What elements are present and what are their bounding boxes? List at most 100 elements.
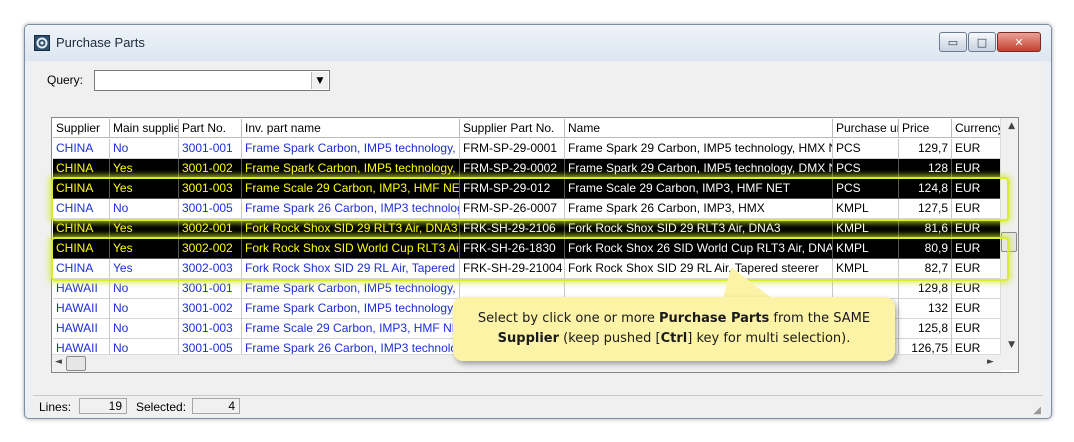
column-header[interactable]: Part No. [179, 119, 242, 138]
lines-count: 19 [79, 398, 127, 414]
table-cell-price: 132 [899, 299, 952, 319]
table-cell-supplier: CHINA [53, 219, 110, 239]
callout-bold-ctrl: Ctrl [660, 331, 688, 346]
table-cell-name: Fork Rock Shox SID 29 RL Air, Tapered st… [565, 259, 833, 279]
table-cell-unit: PCS [833, 179, 899, 199]
table-cell-main: No [110, 139, 179, 159]
table-cell-unit: KMPL [833, 259, 899, 279]
table-cell-inv: Frame Scale 29 Carbon, IMP3, HMF NET [242, 179, 460, 199]
table-cell-price: 80,9 [899, 239, 952, 259]
table-cell-price: 81,6 [899, 219, 952, 239]
table-cell-price: 125,8 [899, 319, 952, 339]
table-cell-main: No [110, 199, 179, 219]
table-cell-part: 3001-003 [179, 179, 242, 199]
table-cell-main: Yes [110, 259, 179, 279]
horizontal-scroll-thumb[interactable] [66, 356, 86, 371]
table-cell-inv: Frame Spark Carbon, IMP5 technology, [242, 299, 460, 319]
hint-callout: Select by click one or more Purchase Par… [453, 297, 895, 361]
callout-text-part: from the SAME [769, 311, 871, 326]
table-row[interactable]: HAWAII No 3001-001 Frame Spark Carbon, IMP5… [53, 279, 1005, 299]
table-cell-main: Yes [110, 219, 179, 239]
selected-label: Selected: [136, 400, 187, 414]
table-cell-sup-part: FRM-SP-29-0001 [460, 139, 565, 159]
table-cell-name [565, 279, 833, 299]
table-cell-price: 127,5 [899, 199, 952, 219]
scroll-down-icon[interactable]: ▼ [1008, 340, 1015, 350]
table-cell-name: Frame Spark 29 Carbon, IMP5 technology, … [565, 139, 833, 159]
table-cell-inv: Frame Spark Carbon, IMP5 technology, D [242, 159, 460, 179]
table-cell-supplier: CHINA [53, 199, 110, 219]
query-dropdown[interactable]: ▼ [94, 70, 330, 91]
column-header[interactable]: Supplier [53, 119, 110, 138]
table-cell-sup-part: FRM-SP-29-012 [460, 179, 565, 199]
table-cell-part: 3002-002 [179, 239, 242, 259]
scroll-left-icon[interactable]: ◄ [55, 357, 62, 367]
minimize-button[interactable]: ▭ [939, 32, 967, 52]
table-cell-sup-part: FRK-SH-29-21004 [460, 259, 565, 279]
callout-text-part: Select by click one or more [477, 311, 659, 326]
status-bar: Lines: 19 Selected: 4 ◢ [33, 395, 1043, 418]
table-cell-currency: EUR [952, 239, 1005, 259]
table-cell-inv: Frame Spark Carbon, IMP5 technology, H [242, 139, 460, 159]
maximize-icon: □ [976, 35, 988, 49]
close-icon: ✕ [1014, 35, 1024, 49]
scroll-up-icon[interactable]: ▲ [1008, 121, 1015, 131]
vertical-scroll-thumb[interactable] [1001, 232, 1017, 252]
column-header[interactable]: Inv. part name [242, 119, 460, 138]
table-cell-currency: EUR [952, 319, 1005, 339]
close-button[interactable]: ✕ [997, 32, 1041, 52]
table-row-selected[interactable]: CHINA Yes 3001-003 Frame Scale 29 Carbon, I… [53, 179, 1005, 199]
table-cell-price: 82,7 [899, 259, 952, 279]
table-cell-main: Yes [110, 159, 179, 179]
vertical-scrollbar[interactable]: ▲ ▼ [1000, 118, 1018, 370]
table-cell-currency: EUR [952, 139, 1005, 159]
resize-grip-icon[interactable]: ◢ [1033, 405, 1041, 416]
callout-bold-supplier: Supplier [497, 331, 560, 346]
table-cell-currency: EUR [952, 219, 1005, 239]
table-row-selected[interactable]: CHINA Yes 3002-001 Fork Rock Shox SID 29 RL… [53, 219, 1005, 239]
column-header[interactable]: Price [899, 119, 952, 138]
table-cell-sup-part: FRM-SP-26-0007 [460, 199, 565, 219]
window-title: Purchase Parts [56, 35, 145, 50]
table-row-selected[interactable]: CHINA Yes 3001-002 Frame Spark Carbon, IMP5… [53, 159, 1005, 179]
table-cell-unit: KMPL [833, 239, 899, 259]
client-area: Query: ▼ Supplier Main supplie Part No. Inv… [33, 61, 1043, 418]
table-cell-main: No [110, 279, 179, 299]
table-cell-name: Fork Rock Shox SID 29 RLT3 Air, DNA3 [565, 219, 833, 239]
table-row-selected[interactable]: CHINA Yes 3002-002 Fork Rock Shox SID World… [53, 239, 1005, 259]
table-cell-part: 3001-001 [179, 139, 242, 159]
table-cell-currency: EUR [952, 199, 1005, 219]
table-cell-part: 3002-003 [179, 259, 242, 279]
table-cell-part: 3001-002 [179, 299, 242, 319]
table-cell-unit [833, 279, 899, 299]
table-cell-main: No [110, 319, 179, 339]
column-header[interactable]: Purchase ur [833, 119, 899, 138]
table-row[interactable]: CHINA No 3001-005 Frame Spark 26 Carbon, IM… [53, 199, 1005, 219]
table-cell-inv: Fork Rock Shox SID World Cup RLT3 Air [242, 239, 460, 259]
column-header[interactable]: Currency [952, 119, 1005, 138]
table-cell-unit: PCS [833, 139, 899, 159]
table-cell-name: Fork Rock Shox 26 SID World Cup RLT3 Air… [565, 239, 833, 259]
app-gear-icon [34, 35, 50, 51]
scroll-right-icon[interactable]: ► [987, 357, 994, 367]
table-cell-price: 129,7 [899, 139, 952, 159]
table-cell-supplier: HAWAII [53, 279, 110, 299]
title-bar[interactable]: Purchase Parts ▭ □ ✕ [25, 25, 1051, 61]
table-cell-part: 3002-001 [179, 219, 242, 239]
table-cell-currency: EUR [952, 299, 1005, 319]
column-header[interactable]: Supplier Part No. [460, 119, 565, 138]
column-header[interactable]: Main supplie [110, 119, 179, 138]
table-row[interactable]: CHINA Yes 3002-003 Fork Rock Shox SID 29 RL… [53, 259, 1005, 279]
table-cell-supplier: HAWAII [53, 319, 110, 339]
table-row[interactable]: CHINA No 3001-001 Frame Spark Carbon, IMP5 … [53, 139, 1005, 159]
column-header[interactable]: Name [565, 119, 833, 138]
window-controls: ▭ □ ✕ [939, 32, 1041, 52]
table-cell-sup-part: FRK-SH-26-1830 [460, 239, 565, 259]
callout-text-part: (keep pushed [ [559, 331, 661, 346]
maximize-button[interactable]: □ [968, 32, 996, 52]
table-cell-inv: Fork Rock Shox SID 29 RL Air, Tapered [242, 259, 460, 279]
table-cell-sup-part: FRK-SH-29-2106 [460, 219, 565, 239]
table-cell-currency: EUR [952, 259, 1005, 279]
table-cell-main: Yes [110, 239, 179, 259]
dropdown-arrow-icon[interactable]: ▼ [311, 72, 328, 89]
